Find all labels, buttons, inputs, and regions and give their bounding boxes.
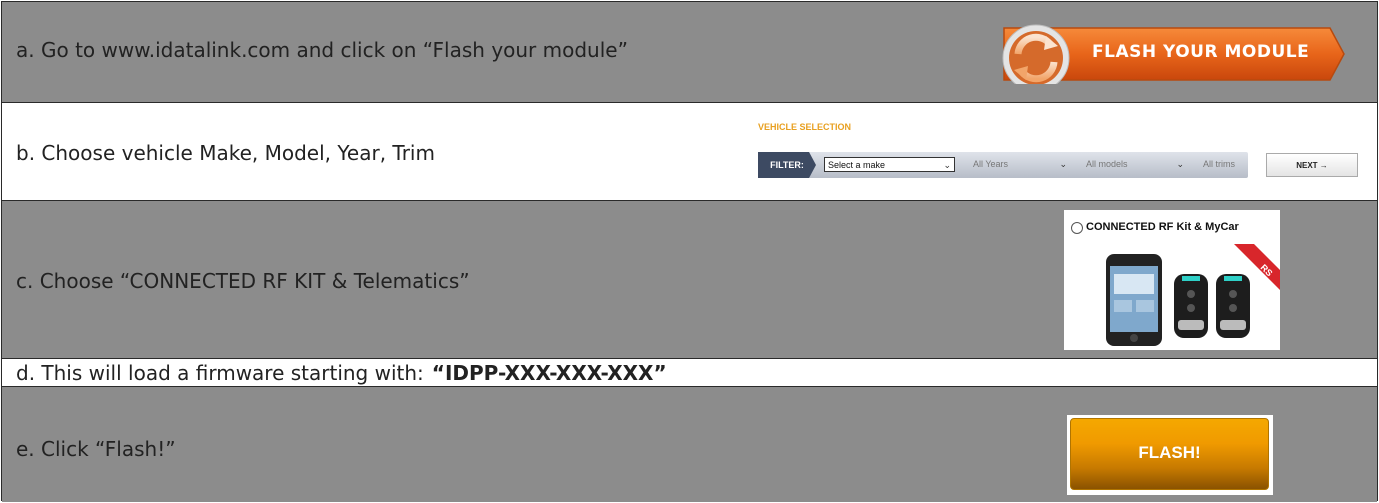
vehicle-filter-bar: FILTER: Select a make ⌄ All Years ⌄ All … — [758, 152, 1297, 178]
step-d-text: d. This will load a firmware starting wi… — [16, 361, 667, 385]
make-select[interactable]: Select a make ⌄ — [824, 157, 955, 172]
filter-label: FILTER: — [758, 152, 816, 178]
model-select-value: All models — [1086, 159, 1128, 169]
year-select[interactable]: All Years ⌄ — [970, 157, 1070, 172]
vehicle-selection-title: VEHICLE SELECTION — [758, 122, 852, 132]
step-e-text: e. Click “Flash!” — [16, 437, 176, 461]
flash-button-frame: FLASH! — [1067, 415, 1273, 495]
step-b-row: b. Choose vehicle Make, Model, Year, Tri… — [2, 103, 1377, 201]
step-c-row: c. Choose “CONNECTED RF KIT & Telematics… — [2, 201, 1377, 359]
connected-rf-kit-card[interactable]: CONNECTED RF Kit & MyCar RS — [1064, 210, 1280, 350]
next-button[interactable]: NEXT → — [1266, 153, 1358, 177]
trim-select-value: All trims — [1203, 159, 1235, 169]
step-d-prefix: d. This will load a firmware starting wi… — [16, 361, 424, 385]
flash-module-label: FLASH YOUR MODULE — [1092, 42, 1310, 62]
step-c-text: c. Choose “CONNECTED RF KIT & Telematics… — [16, 269, 470, 293]
make-select-value: Select a make — [828, 160, 886, 170]
step-e-row: e. Click “Flash!” FLASH! — [2, 387, 1377, 502]
model-select[interactable]: All models ⌄ — [1083, 157, 1187, 172]
flash-button[interactable]: FLASH! — [1070, 418, 1269, 490]
step-a-row: a. Go to www.idatalink.com and click on … — [2, 2, 1377, 103]
step-d-row: d. This will load a firmware starting wi… — [2, 359, 1377, 387]
year-select-value: All Years — [973, 159, 1009, 169]
rf-kit-product-image: RS — [1106, 244, 1280, 346]
instruction-table: a. Go to www.idatalink.com and click on … — [1, 1, 1378, 502]
chevron-down-icon: ⌄ — [1059, 159, 1067, 169]
step-b-text: b. Choose vehicle Make, Model, Year, Tri… — [16, 141, 435, 165]
firmware-id: “IDPP-XXX-XXX-XXX” — [431, 361, 667, 385]
flash-button-label: FLASH! — [1138, 443, 1201, 462]
chevron-down-icon: ⌄ — [943, 160, 951, 170]
chevron-down-icon: ⌄ — [1176, 159, 1184, 169]
step-a-text: a. Go to www.idatalink.com and click on … — [16, 38, 628, 62]
flash-your-module-button[interactable]: FLASH YOUR MODULE — [1000, 24, 1346, 92]
